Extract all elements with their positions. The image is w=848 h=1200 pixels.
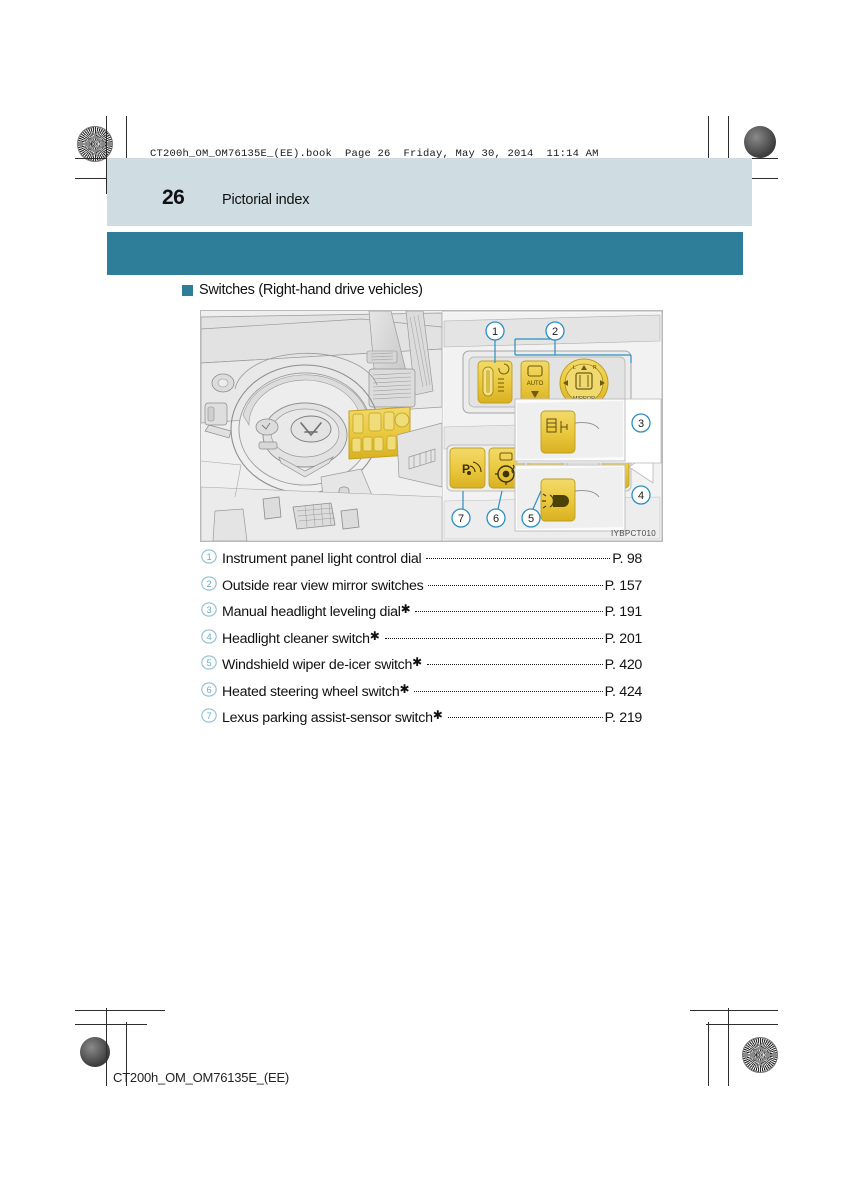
rosette-mark-bottom-right [742,1037,778,1073]
svg-text:R: R [593,365,597,371]
page-number: 26 [162,186,185,209]
switch-manual-headlight-leveling-dial [540,410,576,454]
list-item[interactable]: 3 Manual headlight leveling dial✱ P. 191 [200,601,642,628]
list-item[interactable]: 1 Instrument panel light control dial P.… [200,548,642,575]
svg-text:AUTO: AUTO [527,381,544,387]
cockpit-illustration [201,311,442,541]
crop-line [728,1008,729,1086]
optional-equipment-asterisk: ✱ [412,655,422,669]
crop-line [706,1024,778,1025]
list-item[interactable]: 5 Windshield wiper de-icer switch✱ P. 42… [200,654,642,681]
list-item[interactable]: 4 Headlight cleaner switch✱ P. 201 [200,628,642,655]
list-item-page: P. 201 [604,630,643,647]
registration-cross-bottom-center [409,1032,439,1062]
list-item-page: P. 98 [612,551,642,567]
callout-1: 1 [485,321,505,341]
crop-line [690,1010,778,1011]
svg-text:4: 4 [638,490,644,502]
switch-parking-assist-sensor: P [449,447,486,489]
rosette-mark-top-right [744,126,776,158]
list-item-number: 1 [200,549,222,564]
leader-dots [415,611,603,612]
crop-line [708,1022,709,1086]
svg-text:L: L [573,365,576,371]
leader-dots [426,558,611,559]
section-heading: Switches (Right-hand drive vehicles) [182,282,423,298]
crop-line [75,1010,165,1011]
switch-illustration: AUTO MIRROR L R [200,310,663,542]
svg-text:7: 7 [458,513,464,525]
page-title: Pictorial index [222,192,310,208]
list-item-label: Heated steering wheel switch✱ [222,681,410,700]
section-bullet-icon [182,284,193,296]
header-band [107,158,752,226]
registration-cross-left-mid [85,575,115,605]
leader-dots [447,717,603,718]
header-teal-rule [107,232,743,275]
callout-4: 4 [631,485,651,505]
switch-instrument-panel-light-dial [477,360,513,404]
optional-equipment-asterisk: ✱ [432,708,443,722]
registration-cross-bottom-right-inner [688,1032,718,1062]
svg-text:3: 3 [207,605,212,615]
footer-document-code: CT200h_OM_OM76135E_(EE) [113,1070,290,1085]
list-item-page: P. 219 [604,710,643,726]
registration-cross-bottom-left-inner [127,1032,157,1062]
optional-equipment-asterisk: ✱ [399,681,410,696]
switch-mirror-select: AUTO [520,360,550,406]
pictorial-index-list: 1 Instrument panel light control dial P.… [200,548,642,734]
list-item-number: 5 [200,655,222,670]
print-file-line: CT200h_OM_OM76135E_(EE).book Page 26 Fri… [150,148,599,160]
manual-page: CT200h_OM_OM76135E_(EE).book Page 26 Fri… [0,0,848,1200]
svg-text:3: 3 [638,418,644,430]
svg-text:1: 1 [207,552,212,562]
list-item-number: 2 [200,575,222,591]
leader-dots [384,637,603,639]
list-item-label: Headlight cleaner switch✱ [222,628,380,647]
list-item-label: Manual headlight leveling dial✱ [222,602,411,620]
list-item-label: Instrument panel light control dial [222,551,422,567]
list-item[interactable]: 2 Outside rear view mirror switches P. 1… [200,575,642,602]
callout-6: 6 [486,508,506,528]
list-item-page: P. 420 [604,657,643,673]
svg-text:5: 5 [528,513,534,525]
svg-text:7: 7 [207,711,212,721]
list-item[interactable]: 6 Heated steering wheel switch✱ P. 424 [200,681,642,708]
svg-text:2: 2 [207,579,212,589]
callout-7: 7 [451,508,471,528]
crop-line [106,1008,107,1086]
leader-dots [428,584,603,586]
svg-text:6: 6 [493,513,499,525]
callout-2: 2 [545,321,565,341]
list-item-page: P. 157 [604,577,643,594]
crop-line [75,1024,147,1025]
leader-dots [426,664,603,665]
optional-equipment-asterisk: ✱ [369,628,380,643]
illustration-code: IYBPCT010 [611,529,656,538]
list-item-number: 7 [200,708,222,723]
list-item-page: P. 424 [604,683,643,700]
optional-equipment-asterisk: ✱ [400,602,411,616]
lexus-emblem-icon [290,415,332,443]
list-item[interactable]: 7 Lexus parking assist-sensor switch✱ P.… [200,707,642,734]
section-heading-label: Switches (Right-hand drive vehicles) [199,282,423,298]
list-item-label: Outside rear view mirror switches [222,577,424,594]
svg-text:6: 6 [207,685,212,695]
leader-dots [414,690,603,692]
list-item-page: P. 191 [604,604,643,620]
list-item-label: Lexus parking assist-sensor switch✱ [222,708,443,726]
list-item-number: 4 [200,628,222,644]
svg-text:5: 5 [207,658,212,668]
list-item-label: Windshield wiper de-icer switch✱ [222,655,422,673]
list-item-number: 3 [200,602,222,617]
callout-3: 3 [631,413,651,433]
svg-text:4: 4 [207,632,212,642]
list-item-number: 6 [200,681,222,697]
svg-text:2: 2 [552,326,558,338]
registration-cross-right-mid [729,575,759,605]
callout-5: 5 [521,508,541,528]
rosette-mark-top-left [77,126,113,162]
svg-text:1: 1 [492,326,498,338]
